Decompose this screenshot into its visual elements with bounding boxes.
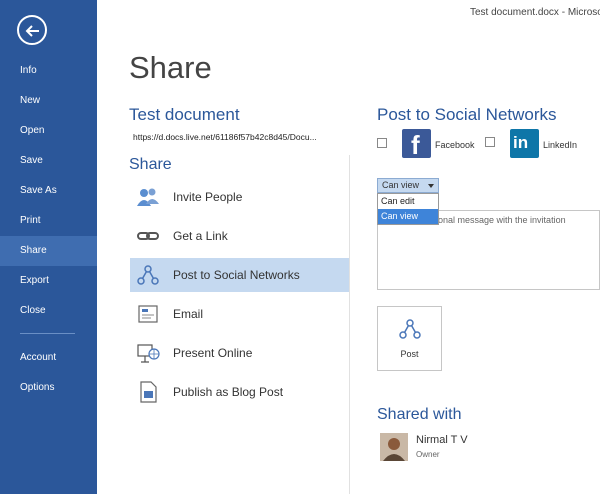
share-section-heading: Share — [129, 156, 172, 173]
social-pane-title: Post to Social Networks — [377, 105, 557, 124]
share-option-social-networks[interactable]: Post to Social Networks — [130, 258, 349, 292]
share-option-email[interactable]: Email — [130, 297, 349, 331]
email-icon — [138, 305, 158, 323]
blog-post-icon — [140, 381, 157, 403]
present-online-icon — [137, 344, 160, 363]
page-title: Share — [129, 50, 212, 85]
permission-option-can-edit[interactable]: Can edit — [378, 194, 438, 209]
chevron-down-icon — [428, 184, 434, 188]
nav-print[interactable]: Print — [0, 206, 97, 236]
linkedin-logo-icon: in — [510, 129, 539, 158]
nav-options[interactable]: Options — [0, 373, 97, 403]
nav-open[interactable]: Open — [0, 116, 97, 146]
share-option-get-link[interactable]: Get a Link — [130, 219, 349, 253]
people-icon — [137, 188, 159, 206]
back-arrow-icon[interactable] — [17, 15, 47, 45]
nav-info[interactable]: Info — [0, 56, 97, 86]
permission-dropdown: Can edit Can view — [377, 193, 439, 225]
nav-save-as[interactable]: Save As — [0, 176, 97, 206]
permission-value: Can view — [382, 180, 420, 190]
social-network-icon — [137, 265, 159, 285]
share-option-present-online[interactable]: Present Online — [130, 336, 349, 370]
share-option-label: Invite People — [173, 190, 243, 204]
document-url: https://d.docs.live.net/61186f57b42c8d45… — [133, 132, 317, 142]
facebook-checkbox[interactable] — [377, 138, 387, 148]
nav-close[interactable]: Close — [0, 296, 97, 326]
nav-new[interactable]: New — [0, 86, 97, 116]
backstage-nav: Info New Open Save Save As Print Share E… — [0, 0, 97, 494]
share-option-label: Present Online — [173, 346, 253, 360]
nav-share[interactable]: Share — [0, 236, 97, 266]
link-icon — [137, 232, 159, 240]
permission-select[interactable]: Can view — [377, 178, 439, 193]
nav-save[interactable]: Save — [0, 146, 97, 176]
linkedin-label: LinkedIn — [543, 140, 578, 150]
social-network-icon — [399, 319, 421, 339]
nav-export[interactable]: Export — [0, 266, 97, 296]
document-name: Test document — [129, 105, 240, 124]
shared-with-heading: Shared with — [377, 406, 462, 423]
message-placeholder: onal message with the invitation — [438, 215, 566, 225]
shared-user-role: Owner — [416, 450, 440, 459]
share-option-invite-people[interactable]: Invite People — [130, 180, 349, 214]
share-option-label: Email — [173, 307, 204, 321]
permission-option-can-view[interactable]: Can view — [378, 209, 438, 224]
avatar — [380, 433, 408, 461]
nav-divider — [20, 333, 75, 334]
post-button-label: Post — [400, 349, 419, 359]
share-option-label: Publish as Blog Post — [173, 385, 284, 399]
post-button[interactable]: Post — [377, 306, 442, 371]
column-divider — [349, 155, 350, 494]
facebook-label: Facebook — [435, 140, 475, 150]
share-option-label: Get a Link — [173, 229, 228, 243]
facebook-logo-icon: f — [402, 129, 431, 160]
nav-account[interactable]: Account — [0, 343, 97, 373]
linkedin-checkbox[interactable] — [485, 137, 495, 147]
share-option-label: Post to Social Networks — [173, 268, 300, 282]
shared-user-name: Nirmal T V — [416, 434, 468, 446]
window-title: Test document.docx - Microsof — [470, 7, 600, 18]
share-option-blog-post[interactable]: Publish as Blog Post — [130, 375, 349, 409]
